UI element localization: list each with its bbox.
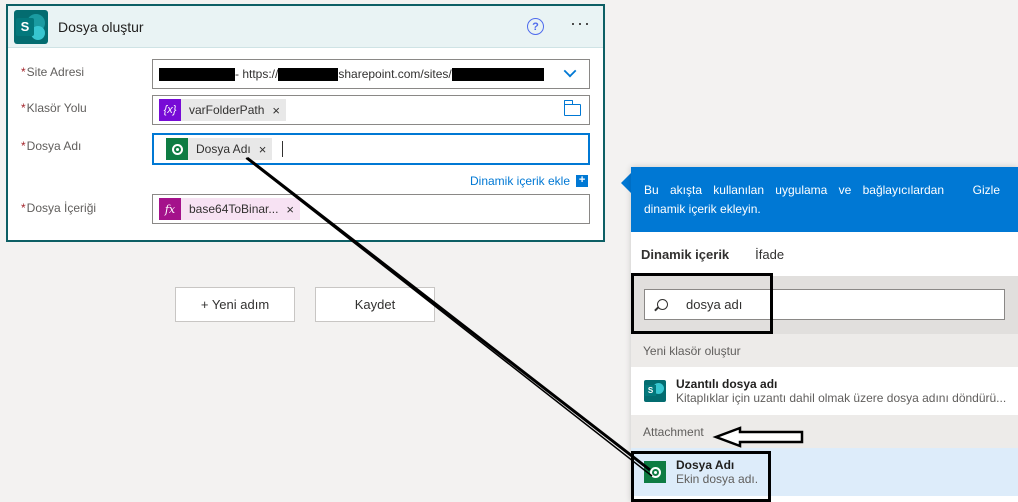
annotation-box [631,451,771,502]
save-button[interactable]: Kaydet [315,287,435,322]
more-options-icon[interactable]: ··· [570,13,591,34]
token-remove-icon[interactable]: × [286,202,294,217]
plus-icon: + [576,175,589,187]
token-var-folder-path[interactable]: {x} varFolderPath × [159,99,286,121]
card-header[interactable]: S Dosya oluştur ? ··· [8,6,603,48]
add-dynamic-content-link[interactable]: Dinamik içerik ekle + [470,174,589,188]
hide-button[interactable]: Gizle [973,181,1000,200]
chevron-down-icon[interactable] [563,64,577,78]
token-dosya-adi[interactable]: Dosya Adı × [166,138,273,160]
token-base64-to-binary[interactable]: fx base64ToBinar... × [159,198,300,220]
list-item[interactable]: S Uzantılı dosya adı Kitaplıklar için uz… [631,367,1018,415]
section-header[interactable]: Yeni klasör oluştur [631,334,1018,367]
redacted-block [159,67,235,81]
token-remove-icon[interactable]: × [272,103,280,118]
redacted-block [451,67,544,81]
annotation-box [631,273,773,334]
function-icon: fx [159,198,181,220]
site-address-dropdown[interactable]: - https:// sharepoint.com/sites/ [152,59,590,89]
help-icon[interactable]: ? [527,18,545,35]
text-caret [282,141,284,157]
panel-message: Bu akışta kullanılan uygulama ve bağlayı… [644,183,944,216]
token-remove-icon[interactable]: × [259,142,267,157]
panel-header: Bu akışta kullanılan uygulama ve bağlayı… [631,167,1018,232]
card-title: Dosya oluştur [58,18,144,35]
tab-dynamic-content[interactable]: Dinamik içerik [641,247,729,262]
section-header[interactable]: Attachment [631,415,1018,448]
folder-icon[interactable] [563,100,581,116]
file-name-label: *Dosya Adı [21,139,82,153]
file-content-field[interactable]: fx base64ToBinar... × [152,194,590,224]
file-content-label: *Dosya İçeriği [21,201,97,215]
folder-path-field[interactable]: {x} varFolderPath × [152,95,590,125]
sharepoint-icon: S [644,380,666,402]
action-card: S Dosya oluştur ? ··· *Site Adresi - htt… [6,4,605,242]
panel-tabs: Dinamik içerik İfade [631,232,1018,276]
sharepoint-icon: S [14,9,48,44]
file-name-field[interactable]: Dosya Adı × [152,133,590,165]
site-address-label: *Site Adresi [21,65,85,79]
folder-path-label: *Klasör Yolu [21,101,87,115]
redacted-block [278,67,339,81]
tab-expression[interactable]: İfade [755,247,784,262]
new-step-button[interactable]: + Yeni adım [175,287,295,322]
variable-icon: {x} [159,99,181,121]
dataverse-icon [166,138,188,160]
